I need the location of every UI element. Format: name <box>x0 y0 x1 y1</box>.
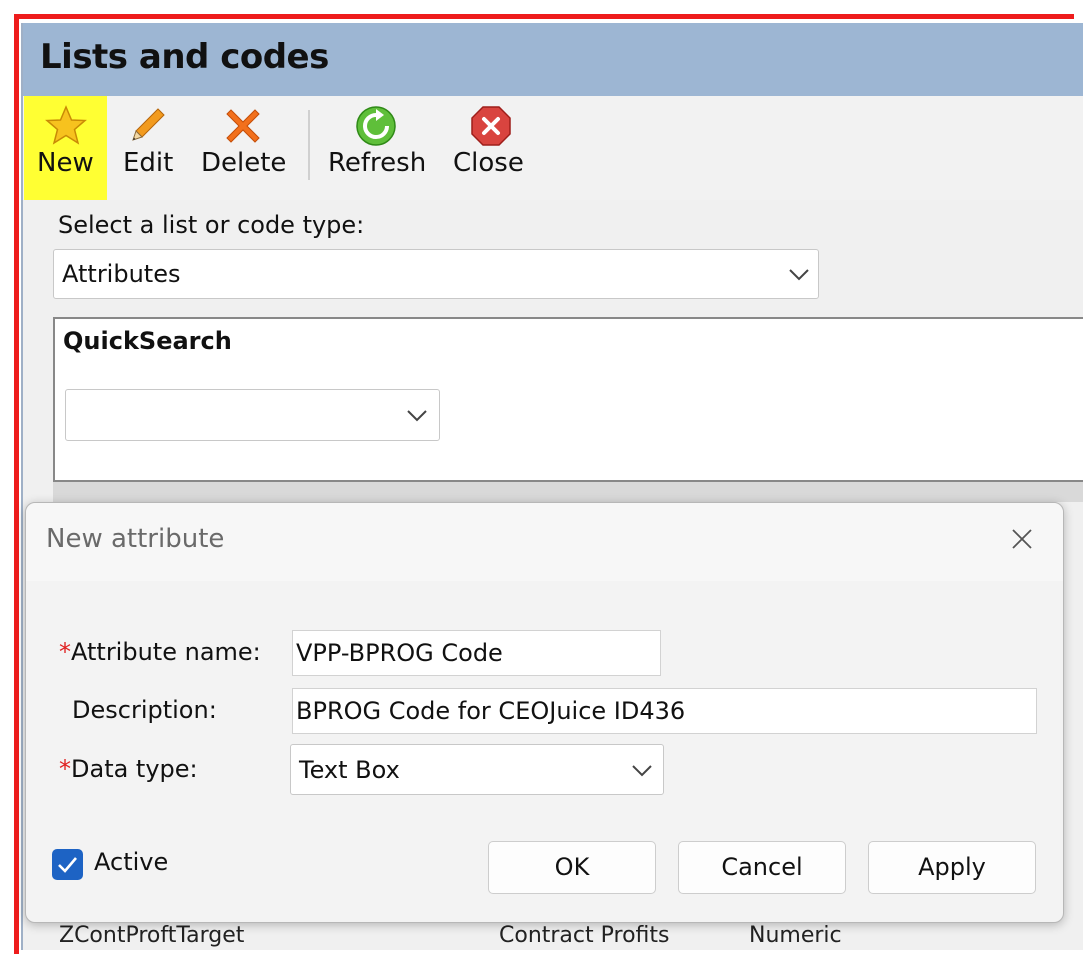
close-x-icon <box>471 106 511 146</box>
checkmark-icon <box>58 857 77 873</box>
delete-button[interactable]: Delete <box>199 96 289 200</box>
quicksearch-dropdown[interactable] <box>65 389 440 441</box>
list-type-label: Select a list or code type: <box>58 211 365 239</box>
data-type-dropdown[interactable]: Text Box <box>290 744 664 795</box>
list-type-dropdown[interactable]: Attributes <box>53 249 819 299</box>
required-marker: * <box>59 638 71 666</box>
delete-x-icon <box>226 109 260 143</box>
chevron-down-icon <box>407 410 427 422</box>
dialog-title: New attribute <box>46 524 225 554</box>
chevron-down-icon <box>789 269 809 281</box>
edit-label: Edit <box>123 148 174 178</box>
description-label: Description: <box>72 696 217 724</box>
grid-header-strip <box>53 482 1083 502</box>
cancel-button[interactable]: Cancel <box>678 841 846 894</box>
attribute-name-label: *Attribute name: <box>59 638 261 666</box>
chevron-down-icon <box>632 765 652 777</box>
row-category: Contract Profits <box>499 923 670 948</box>
description-input[interactable]: BPROG Code for CEOJuice ID436 <box>292 688 1037 734</box>
attribute-name-value: VPP-BPROG Code <box>296 639 503 667</box>
title-bar: Lists and codes <box>23 23 1083 96</box>
refresh-icon <box>356 106 396 146</box>
window-title: Lists and codes <box>40 37 329 77</box>
quicksearch-panel: QuickSearch <box>53 317 1083 482</box>
refresh-label: Refresh <box>328 148 427 178</box>
new-attribute-dialog: New attribute *Attribute name: VPP-BPROG… <box>25 502 1064 923</box>
ok-button[interactable]: OK <box>488 841 656 894</box>
new-label: New <box>37 148 94 178</box>
attribute-name-input[interactable]: VPP-BPROG Code <box>292 630 661 676</box>
pencil-icon <box>132 108 165 141</box>
quicksearch-title: QuickSearch <box>63 327 232 355</box>
star-icon <box>45 105 87 145</box>
refresh-button[interactable]: Refresh <box>326 96 426 200</box>
close-button[interactable]: Close <box>451 96 531 200</box>
required-marker: * <box>59 755 71 783</box>
edit-button[interactable]: Edit <box>119 96 179 200</box>
list-type-value: Attributes <box>62 260 181 288</box>
data-type-label: *Data type: <box>59 755 198 783</box>
row-name: ZContProftTarget <box>59 923 245 948</box>
new-button[interactable]: New <box>24 96 107 200</box>
close-icon[interactable] <box>1008 525 1036 553</box>
active-label: Active <box>94 848 169 876</box>
close-label: Close <box>453 148 524 178</box>
delete-label: Delete <box>201 148 287 178</box>
toolbar-separator <box>308 110 310 180</box>
description-value: BPROG Code for CEOJuice ID436 <box>296 697 686 725</box>
row-type: Numeric <box>749 923 842 948</box>
active-checkbox[interactable] <box>52 849 83 880</box>
apply-button[interactable]: Apply <box>868 841 1036 894</box>
data-type-value: Text Box <box>299 756 400 784</box>
toolbar: New Edit Delete Refresh Close <box>23 96 1083 200</box>
